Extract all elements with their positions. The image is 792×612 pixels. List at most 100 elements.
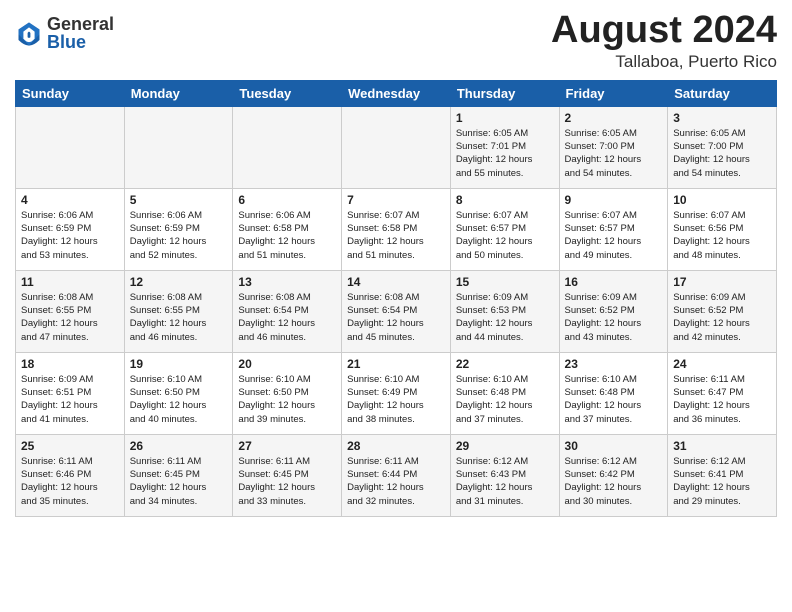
calendar-body: 1 Sunrise: 6:05 AM Sunset: 7:01 PM Daylig… <box>16 106 777 516</box>
day-info: Sunrise: 6:11 AM Sunset: 6:45 PM Dayligh… <box>238 455 336 508</box>
day-info: Sunrise: 6:08 AM Sunset: 6:55 PM Dayligh… <box>21 291 119 344</box>
day-number: 15 <box>456 275 554 289</box>
calendar-cell-4-6: 23 Sunrise: 6:10 AM Sunset: 6:48 PM Dayli… <box>559 352 668 434</box>
day-number: 3 <box>673 111 771 125</box>
calendar-cell-1-2 <box>124 106 233 188</box>
calendar-cell-1-5: 1 Sunrise: 6:05 AM Sunset: 7:01 PM Daylig… <box>450 106 559 188</box>
logo-icon <box>15 19 43 47</box>
day-number: 24 <box>673 357 771 371</box>
calendar-cell-1-7: 3 Sunrise: 6:05 AM Sunset: 7:00 PM Daylig… <box>668 106 777 188</box>
col-friday: Friday <box>559 80 668 106</box>
day-number: 26 <box>130 439 228 453</box>
day-info: Sunrise: 6:09 AM Sunset: 6:52 PM Dayligh… <box>673 291 771 344</box>
day-info: Sunrise: 6:07 AM Sunset: 6:57 PM Dayligh… <box>456 209 554 262</box>
day-number: 28 <box>347 439 445 453</box>
logo: General Blue <box>15 15 114 51</box>
day-info: Sunrise: 6:05 AM Sunset: 7:01 PM Dayligh… <box>456 127 554 180</box>
day-info: Sunrise: 6:08 AM Sunset: 6:54 PM Dayligh… <box>347 291 445 344</box>
day-info: Sunrise: 6:10 AM Sunset: 6:48 PM Dayligh… <box>565 373 663 426</box>
calendar-cell-5-4: 28Sunrise: 6:11 AM Sunset: 6:44 PM Dayli… <box>342 434 451 516</box>
day-number: 16 <box>565 275 663 289</box>
calendar-table: Sunday Monday Tuesday Wednesday Thursday… <box>15 80 777 517</box>
day-info: Sunrise: 6:11 AM Sunset: 6:47 PM Dayligh… <box>673 373 771 426</box>
calendar-cell-3-1: 11 Sunrise: 6:08 AM Sunset: 6:55 PM Dayli… <box>16 270 125 352</box>
calendar-cell-4-3: 20Sunrise: 6:10 AM Sunset: 6:50 PM Dayli… <box>233 352 342 434</box>
logo-general-text: General <box>47 15 114 33</box>
day-info: Sunrise: 6:07 AM Sunset: 6:56 PM Dayligh… <box>673 209 771 262</box>
day-number: 11 <box>21 275 119 289</box>
day-number: 19 <box>130 357 228 371</box>
calendar-cell-1-1 <box>16 106 125 188</box>
day-number: 17 <box>673 275 771 289</box>
col-saturday: Saturday <box>668 80 777 106</box>
day-info: Sunrise: 6:06 AM Sunset: 6:59 PM Dayligh… <box>21 209 119 262</box>
day-info: Sunrise: 6:05 AM Sunset: 7:00 PM Dayligh… <box>673 127 771 180</box>
calendar-cell-5-6: 30 Sunrise: 6:12 AM Sunset: 6:42 PM Dayli… <box>559 434 668 516</box>
day-info: Sunrise: 6:05 AM Sunset: 7:00 PM Dayligh… <box>565 127 663 180</box>
calendar-cell-4-2: 19Sunrise: 6:10 AM Sunset: 6:50 PM Dayli… <box>124 352 233 434</box>
day-info: Sunrise: 6:09 AM Sunset: 6:52 PM Dayligh… <box>565 291 663 344</box>
calendar-week-2: 4 Sunrise: 6:06 AM Sunset: 6:59 PM Daylig… <box>16 188 777 270</box>
calendar-cell-2-3: 6Sunrise: 6:06 AM Sunset: 6:58 PM Daylig… <box>233 188 342 270</box>
day-number: 9 <box>565 193 663 207</box>
day-number: 20 <box>238 357 336 371</box>
day-number: 22 <box>456 357 554 371</box>
day-number: 8 <box>456 193 554 207</box>
calendar-cell-3-3: 13Sunrise: 6:08 AM Sunset: 6:54 PM Dayli… <box>233 270 342 352</box>
calendar-week-3: 11 Sunrise: 6:08 AM Sunset: 6:55 PM Dayli… <box>16 270 777 352</box>
col-thursday: Thursday <box>450 80 559 106</box>
day-info: Sunrise: 6:08 AM Sunset: 6:54 PM Dayligh… <box>238 291 336 344</box>
day-info: Sunrise: 6:12 AM Sunset: 6:41 PM Dayligh… <box>673 455 771 508</box>
day-number: 7 <box>347 193 445 207</box>
calendar-cell-4-7: 24 Sunrise: 6:11 AM Sunset: 6:47 PM Dayli… <box>668 352 777 434</box>
calendar-cell-3-7: 17 Sunrise: 6:09 AM Sunset: 6:52 PM Dayli… <box>668 270 777 352</box>
page-container: General Blue August 2024 Tallaboa, Puert… <box>0 0 792 522</box>
calendar-cell-4-5: 22 Sunrise: 6:10 AM Sunset: 6:48 PM Dayli… <box>450 352 559 434</box>
calendar-cell-1-3 <box>233 106 342 188</box>
day-info: Sunrise: 6:09 AM Sunset: 6:53 PM Dayligh… <box>456 291 554 344</box>
day-info: Sunrise: 6:10 AM Sunset: 6:48 PM Dayligh… <box>456 373 554 426</box>
calendar-cell-2-5: 8 Sunrise: 6:07 AM Sunset: 6:57 PM Daylig… <box>450 188 559 270</box>
col-monday: Monday <box>124 80 233 106</box>
day-info: Sunrise: 6:11 AM Sunset: 6:46 PM Dayligh… <box>21 455 119 508</box>
header: General Blue August 2024 Tallaboa, Puert… <box>15 10 777 72</box>
calendar-cell-1-6: 2Sunrise: 6:05 AM Sunset: 7:00 PM Daylig… <box>559 106 668 188</box>
calendar-cell-2-7: 10 Sunrise: 6:07 AM Sunset: 6:56 PM Dayli… <box>668 188 777 270</box>
calendar-cell-3-2: 12 Sunrise: 6:08 AM Sunset: 6:55 PM Dayli… <box>124 270 233 352</box>
day-number: 25 <box>21 439 119 453</box>
day-info: Sunrise: 6:07 AM Sunset: 6:57 PM Dayligh… <box>565 209 663 262</box>
day-number: 1 <box>456 111 554 125</box>
day-number: 31 <box>673 439 771 453</box>
page-title: August 2024 <box>551 10 777 52</box>
calendar-cell-3-4: 14Sunrise: 6:08 AM Sunset: 6:54 PM Dayli… <box>342 270 451 352</box>
day-info: Sunrise: 6:11 AM Sunset: 6:45 PM Dayligh… <box>130 455 228 508</box>
day-number: 23 <box>565 357 663 371</box>
calendar-week-4: 18 Sunrise: 6:09 AM Sunset: 6:51 PM Dayli… <box>16 352 777 434</box>
calendar-week-5: 25 Sunrise: 6:11 AM Sunset: 6:46 PM Dayli… <box>16 434 777 516</box>
col-wednesday: Wednesday <box>342 80 451 106</box>
page-subtitle: Tallaboa, Puerto Rico <box>551 52 777 72</box>
day-number: 29 <box>456 439 554 453</box>
calendar-cell-5-3: 27Sunrise: 6:11 AM Sunset: 6:45 PM Dayli… <box>233 434 342 516</box>
calendar-cell-3-5: 15 Sunrise: 6:09 AM Sunset: 6:53 PM Dayli… <box>450 270 559 352</box>
calendar-cell-4-1: 18 Sunrise: 6:09 AM Sunset: 6:51 PM Dayli… <box>16 352 125 434</box>
day-number: 30 <box>565 439 663 453</box>
day-number: 5 <box>130 193 228 207</box>
day-number: 21 <box>347 357 445 371</box>
day-info: Sunrise: 6:10 AM Sunset: 6:49 PM Dayligh… <box>347 373 445 426</box>
calendar-cell-2-4: 7Sunrise: 6:07 AM Sunset: 6:58 PM Daylig… <box>342 188 451 270</box>
day-info: Sunrise: 6:09 AM Sunset: 6:51 PM Dayligh… <box>21 373 119 426</box>
day-number: 18 <box>21 357 119 371</box>
day-info: Sunrise: 6:06 AM Sunset: 6:59 PM Dayligh… <box>130 209 228 262</box>
day-info: Sunrise: 6:08 AM Sunset: 6:55 PM Dayligh… <box>130 291 228 344</box>
day-number: 12 <box>130 275 228 289</box>
calendar-cell-2-1: 4 Sunrise: 6:06 AM Sunset: 6:59 PM Daylig… <box>16 188 125 270</box>
day-info: Sunrise: 6:12 AM Sunset: 6:43 PM Dayligh… <box>456 455 554 508</box>
title-block: August 2024 Tallaboa, Puerto Rico <box>551 10 777 72</box>
calendar-cell-4-4: 21 Sunrise: 6:10 AM Sunset: 6:49 PM Dayli… <box>342 352 451 434</box>
day-info: Sunrise: 6:12 AM Sunset: 6:42 PM Dayligh… <box>565 455 663 508</box>
day-number: 4 <box>21 193 119 207</box>
logo-blue-text: Blue <box>47 33 114 51</box>
day-number: 10 <box>673 193 771 207</box>
calendar-week-1: 1 Sunrise: 6:05 AM Sunset: 7:01 PM Daylig… <box>16 106 777 188</box>
